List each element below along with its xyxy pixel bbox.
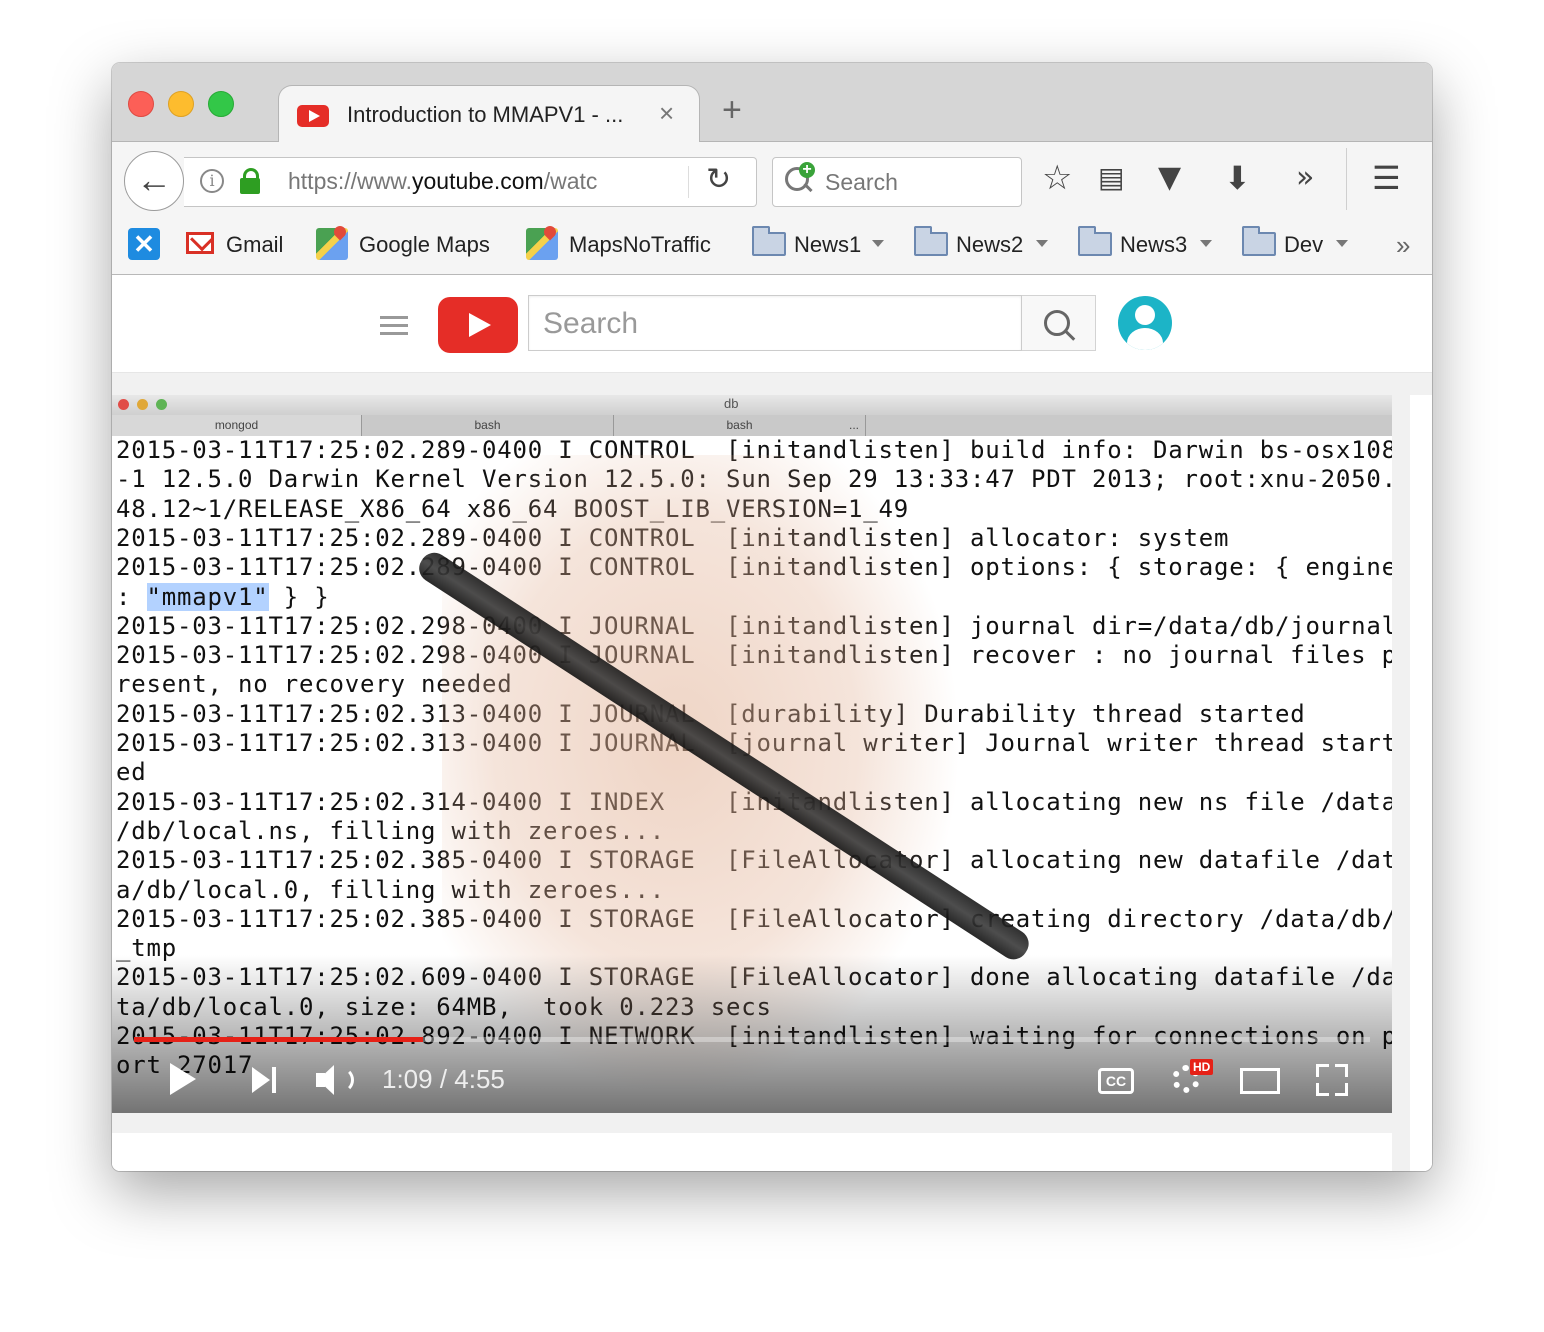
back-button[interactable]: ←: [124, 151, 184, 211]
bookmarks-toolbar: ✕ Gmail Google Maps MapsNoTraffic News1 …: [112, 216, 1432, 275]
youtube-logo[interactable]: [438, 297, 518, 353]
video-player[interactable]: db mongod bash bash... 2015-03-11T17:25:…: [112, 395, 1392, 1113]
zoom-window-button[interactable]: [208, 91, 234, 117]
avatar[interactable]: [1118, 296, 1172, 350]
youtube-search-button[interactable]: [1022, 295, 1096, 351]
fullscreen-icon[interactable]: [1316, 1064, 1348, 1096]
bookmark-label: Dev: [1284, 232, 1324, 257]
terminal-line: : "mmapv1" } }: [116, 582, 330, 611]
chevron-down-icon: [872, 240, 884, 247]
tab-strip: Introduction to MMAPV1 - ... × +: [112, 63, 1432, 143]
overflow-icon[interactable]: »: [1296, 154, 1314, 202]
url-text[interactable]: https://www.youtube.com/watc: [288, 168, 638, 195]
bookmarks-overflow-icon[interactable]: »: [1396, 230, 1410, 261]
toolbar-separator: [1346, 148, 1347, 210]
terminal-tabs: mongod bash bash...: [112, 415, 1392, 437]
progress-played: [134, 1037, 423, 1042]
play-icon[interactable]: [170, 1063, 196, 1095]
terminal-title-bar: db: [112, 395, 1392, 415]
scrollbar[interactable]: [1410, 395, 1432, 1171]
bookmark-label: News3: [1120, 232, 1188, 257]
volume-icon[interactable]: [316, 1063, 356, 1097]
tab-active[interactable]: Introduction to MMAPV1 - ... ×: [278, 85, 700, 143]
guide-menu-icon[interactable]: [380, 316, 408, 336]
gmail-icon: [186, 232, 214, 254]
x-app-icon[interactable]: ✕: [128, 228, 160, 260]
theater-mode-icon[interactable]: [1240, 1068, 1280, 1094]
controls-gradient: [112, 955, 1392, 1113]
chevron-down-icon: [1036, 240, 1048, 247]
bookmark-label: News2: [956, 232, 1024, 257]
browser-search-bar[interactable]: + Search: [772, 157, 1022, 207]
browser-window: Introduction to MMAPV1 - ... × + ← i htt…: [112, 63, 1432, 1171]
youtube-search-input[interactable]: Search: [528, 295, 1022, 351]
close-window-button[interactable]: [128, 91, 154, 117]
info-icon[interactable]: i: [200, 169, 224, 193]
maps-icon: [316, 228, 348, 260]
terminal-minimize-icon: [137, 399, 148, 410]
video-info-area: [112, 1133, 1392, 1171]
lock-icon[interactable]: [240, 168, 260, 194]
tab-title: Introduction to MMAPV1 - ...: [347, 102, 624, 127]
bookmark-label: Gmail: [226, 232, 284, 257]
navigation-toolbar: ← i https://www.youtube.com/watc ↻ + Sea…: [112, 142, 1432, 216]
captions-button[interactable]: CC: [1098, 1068, 1134, 1094]
browser-search-placeholder: Search: [825, 169, 898, 195]
bookmark-label: Google Maps: [359, 232, 490, 257]
reading-list-icon[interactable]: ▤: [1098, 154, 1124, 202]
minimize-window-button[interactable]: [168, 91, 194, 117]
new-tab-button[interactable]: +: [722, 93, 742, 127]
bookmark-label: News1: [794, 232, 862, 257]
reload-icon[interactable]: ↻: [706, 162, 731, 197]
page-content: Search db mongod bash bash... 2015-03-11…: [112, 275, 1432, 1171]
time-display: 1:09 / 4:55: [382, 1064, 505, 1094]
youtube-search-placeholder: Search: [543, 307, 639, 340]
pocket-icon[interactable]: ▼: [1158, 154, 1181, 202]
hd-badge: HD: [1190, 1059, 1214, 1075]
menu-icon[interactable]: ☰: [1372, 154, 1401, 202]
folder-icon: [1078, 226, 1112, 256]
folder-icon: [1242, 226, 1276, 256]
youtube-header: Search: [112, 275, 1432, 373]
add-search-engine-icon: +: [799, 162, 815, 178]
terminal-tab: bash: [362, 415, 614, 436]
terminal-tab: bash...: [614, 415, 866, 436]
terminal-title: db: [724, 396, 739, 411]
search-icon: [1044, 310, 1070, 336]
next-icon[interactable]: [252, 1067, 278, 1093]
terminal-tab: mongod: [112, 415, 362, 436]
terminal-line: ed: [116, 758, 147, 787]
chevron-down-icon: [1200, 240, 1212, 247]
terminal-close-icon: [118, 399, 129, 410]
download-icon[interactable]: ⬇: [1224, 154, 1251, 202]
url-bar[interactable]: i https://www.youtube.com/watc ↻: [184, 157, 757, 207]
folder-icon: [914, 226, 948, 256]
url-separator: [688, 166, 689, 198]
bookmark-label: MapsNoTraffic: [569, 232, 711, 257]
tab-close-icon[interactable]: ×: [659, 98, 674, 129]
maps-icon: [526, 228, 558, 260]
terminal-zoom-icon: [156, 399, 167, 410]
folder-icon: [752, 226, 786, 256]
youtube-favicon-icon: [297, 105, 329, 127]
chevron-down-icon: [1336, 240, 1348, 247]
selected-text: "mmapv1": [146, 582, 269, 611]
star-icon[interactable]: ☆: [1042, 154, 1072, 202]
